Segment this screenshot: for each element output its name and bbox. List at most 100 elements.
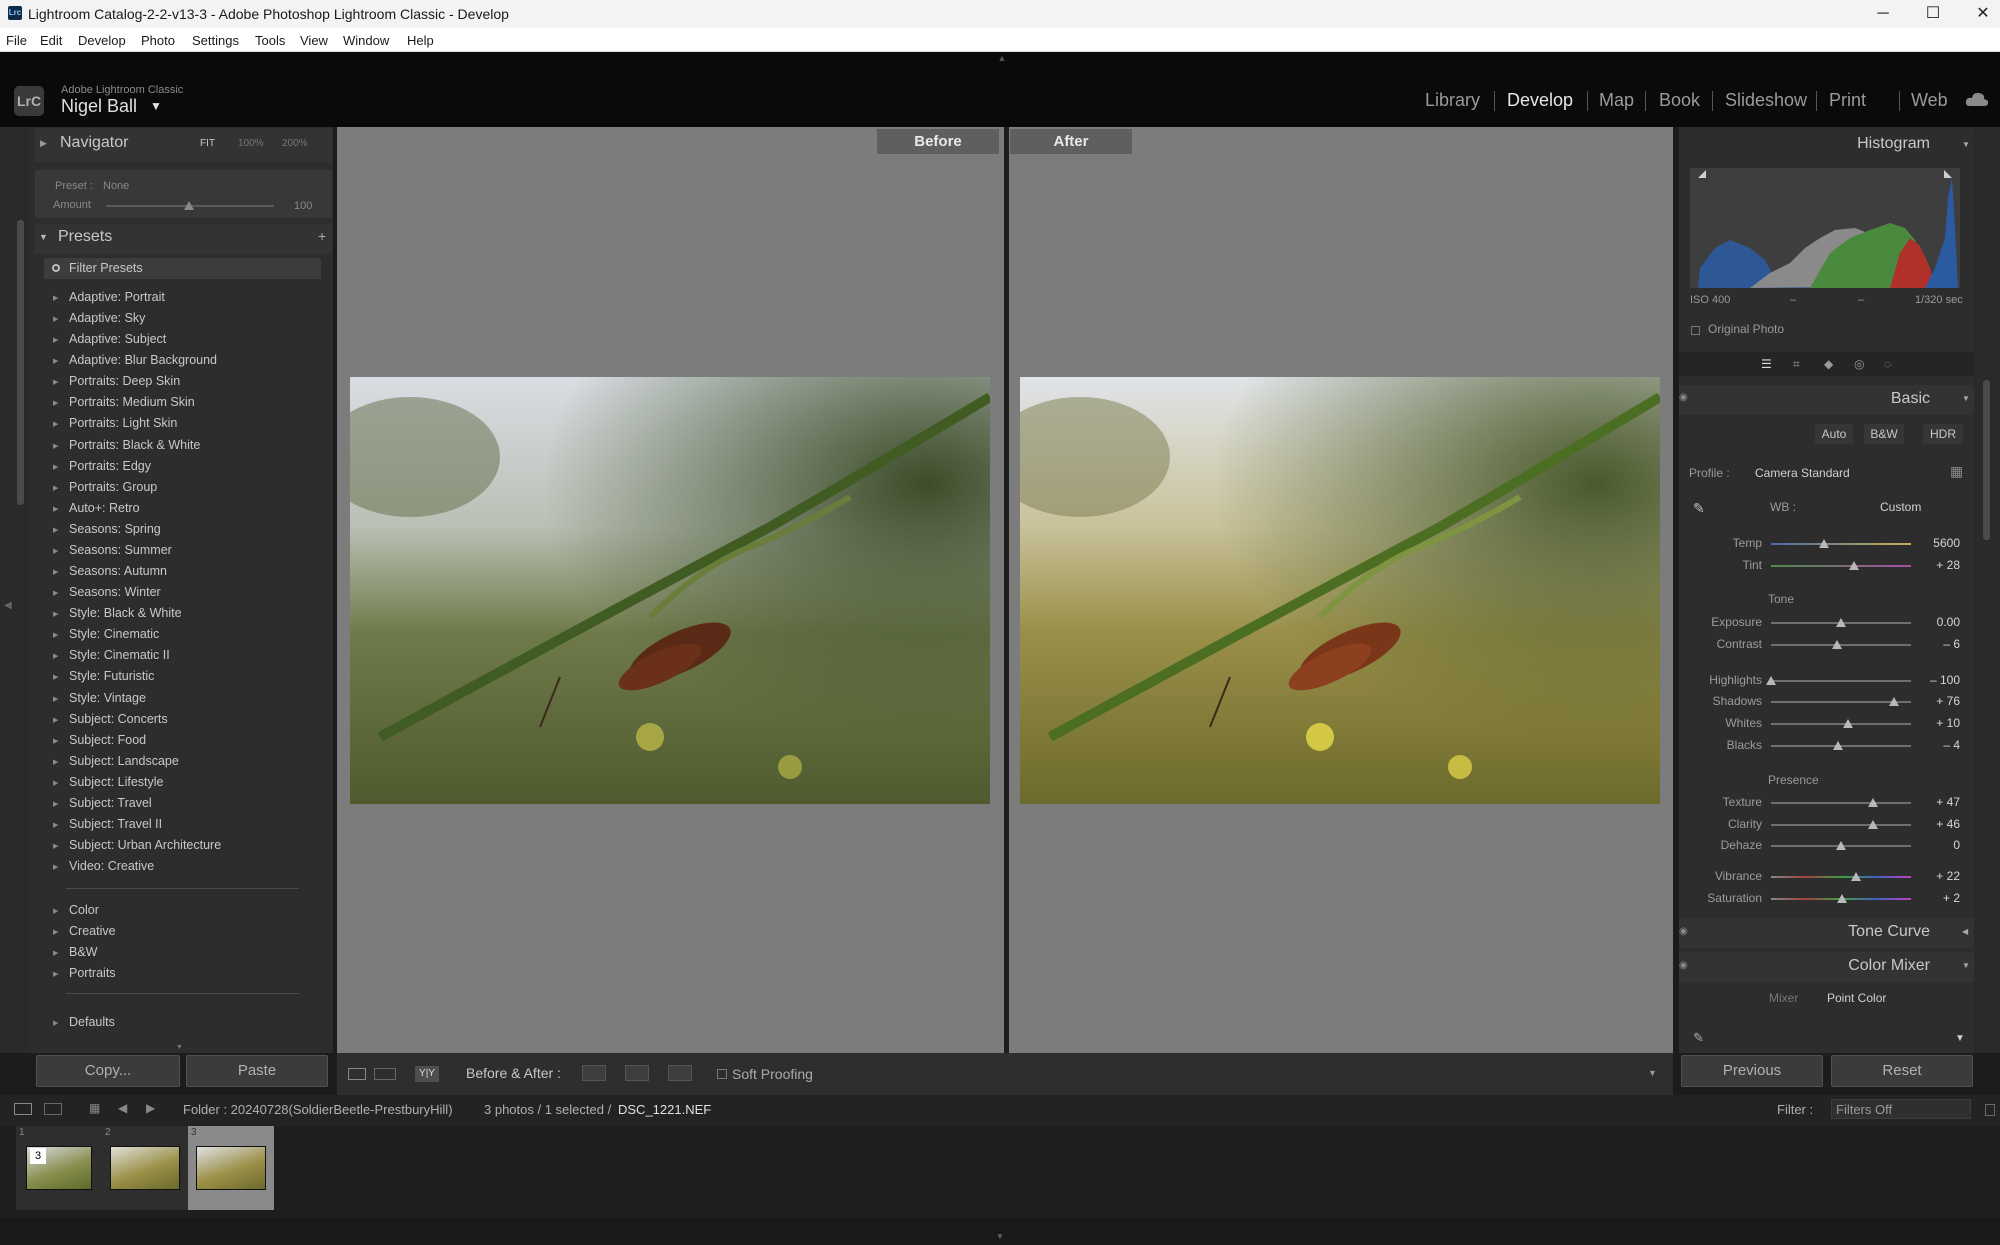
reset-button[interactable]: Reset (1831, 1055, 1973, 1087)
expand-icon[interactable]: ▶ (53, 399, 58, 407)
basic-collapse-icon[interactable]: ▼ (1962, 394, 1970, 403)
crop-icon[interactable]: ⌗ (1793, 357, 1800, 372)
expand-icon[interactable]: ▶ (53, 420, 58, 428)
mixer-tab[interactable]: Mixer (1769, 991, 1798, 1005)
expand-icon[interactable]: ▶ (53, 315, 58, 323)
preset-folder[interactable]: Portraits: Deep Skin (69, 374, 180, 388)
add-preset-button[interactable]: + (318, 228, 326, 244)
preset-folder[interactable]: Portraits: Light Skin (69, 416, 177, 430)
expand-icon[interactable]: ▶ (53, 526, 58, 534)
expand-icon[interactable]: ▶ (53, 737, 58, 745)
expand-icon[interactable]: ▶ (53, 821, 58, 829)
preset-folder[interactable]: Portraits: Medium Skin (69, 395, 195, 409)
before-photo[interactable] (350, 377, 990, 804)
preset-folder[interactable]: Seasons: Autumn (69, 564, 167, 578)
preset-folder[interactable]: Adaptive: Blur Background (69, 353, 217, 367)
filter-lock-icon[interactable] (1985, 1104, 1995, 1116)
expand-icon[interactable]: ▶ (53, 800, 58, 808)
expand-icon[interactable]: ▶ (53, 673, 58, 681)
module-map[interactable]: Map (1599, 90, 1634, 111)
slider-thumb[interactable] (1889, 697, 1899, 706)
slider-thumb[interactable] (1837, 894, 1847, 903)
preset-folder[interactable]: Style: Vintage (69, 691, 146, 705)
right-scrollbar[interactable] (1983, 380, 1990, 540)
expand-icon[interactable]: ▶ (53, 863, 58, 871)
forward-icon[interactable]: ▶ (146, 1101, 155, 1115)
file-name[interactable]: DSC_1221.NEF (618, 1102, 711, 1117)
menu-view[interactable]: View (300, 33, 328, 48)
visibility-eye-icon[interactable]: ◉ (1679, 960, 1688, 971)
menu-help[interactable]: Help (407, 33, 434, 48)
expand-icon[interactable]: ▶ (53, 970, 58, 978)
grid-view-icon[interactable]: ▦ (89, 1101, 100, 1115)
slider-track[interactable] (1771, 565, 1911, 567)
slider-value[interactable]: + 76 (1910, 694, 1960, 708)
slider-value[interactable]: + 22 (1910, 869, 1960, 883)
expand-icon[interactable]: ▶ (53, 378, 58, 386)
slider-thumb[interactable] (1851, 872, 1861, 881)
preset-folder[interactable]: Portraits: Black & White (69, 438, 200, 452)
expand-icon[interactable]: ▶ (53, 928, 58, 936)
before-after-view-icon[interactable]: Y|Y (415, 1066, 439, 1082)
histogram-title[interactable]: Histogram (1800, 135, 1930, 153)
preset-folder[interactable]: Seasons: Summer (69, 543, 172, 557)
slider-track[interactable] (1771, 802, 1911, 804)
preset-folder[interactable]: Portraits: Edgy (69, 459, 151, 473)
compare-view-icon[interactable] (374, 1068, 396, 1080)
slider-thumb[interactable] (1833, 741, 1843, 750)
previous-button[interactable]: Previous (1681, 1055, 1823, 1087)
user-name[interactable]: Nigel Ball (61, 96, 137, 117)
hdr-button[interactable]: HDR (1923, 424, 1963, 444)
slider-value[interactable]: 0.00 (1910, 615, 1960, 629)
slider-value[interactable]: – 4 (1910, 738, 1960, 752)
color-mixer-collapse-icon[interactable]: ▼ (1962, 961, 1970, 970)
slider-thumb[interactable] (1868, 798, 1878, 807)
slider-thumb[interactable] (1843, 719, 1853, 728)
toolbar-menu-icon[interactable]: ▼ (1648, 1068, 1657, 1078)
expand-icon[interactable]: ▶ (53, 442, 58, 450)
group-color[interactable]: Color (69, 903, 99, 917)
expand-icon[interactable]: ▶ (53, 294, 58, 302)
expand-icon[interactable]: ▶ (53, 779, 58, 787)
original-photo-checkbox[interactable] (1691, 326, 1700, 335)
menu-develop[interactable]: Develop (78, 33, 126, 48)
module-web[interactable]: Web (1911, 90, 1948, 111)
slider-thumb[interactable] (1849, 561, 1859, 570)
preset-folder[interactable]: Adaptive: Sky (69, 311, 145, 325)
preset-folder[interactable]: Seasons: Winter (69, 585, 161, 599)
module-print[interactable]: Print (1829, 90, 1866, 111)
slider-track[interactable] (1771, 723, 1911, 725)
copy-before-to-after-icon[interactable] (582, 1065, 606, 1081)
slider-track[interactable] (1771, 543, 1911, 545)
slider-value[interactable]: – 100 (1910, 673, 1960, 687)
group-portraits[interactable]: Portraits (69, 966, 116, 980)
expand-icon[interactable]: ▶ (53, 716, 58, 724)
collapse-icon[interactable]: ▼ (176, 1044, 183, 1051)
slider-value[interactable]: + 10 (1910, 716, 1960, 730)
preset-folder[interactable]: Adaptive: Portrait (69, 290, 165, 304)
masking-icon[interactable]: ◌ (1884, 357, 1891, 371)
profile-dropdown[interactable]: Camera Standard (1755, 466, 1850, 480)
slider-value[interactable]: + 46 (1910, 817, 1960, 831)
menu-window[interactable]: Window (343, 33, 389, 48)
menu-file[interactable]: File (6, 33, 27, 48)
amount-slider-thumb[interactable] (184, 201, 194, 210)
auto-button[interactable]: Auto (1815, 424, 1853, 444)
expand-icon[interactable]: ▶ (53, 463, 58, 471)
slider-value[interactable]: – 6 (1910, 637, 1960, 651)
module-library[interactable]: Library (1425, 90, 1480, 111)
preset-folder[interactable]: Style: Futuristic (69, 669, 154, 683)
healing-icon[interactable]: ◆ (1824, 357, 1833, 371)
menu-settings[interactable]: Settings (192, 33, 239, 48)
collapse-top-icon[interactable]: ▲ (996, 54, 1008, 63)
expand-icon[interactable]: ▶ (53, 907, 58, 915)
after-photo[interactable] (1020, 377, 1660, 804)
maximize-button[interactable]: ☐ (1910, 2, 1956, 26)
paste-button[interactable]: Paste (186, 1055, 328, 1087)
zoom-100[interactable]: 100% (238, 138, 264, 149)
slider-value[interactable]: + 47 (1910, 795, 1960, 809)
folder-path[interactable]: Folder : 20240728(SoldierBeetle-Prestbur… (183, 1102, 453, 1117)
wb-eyedropper-icon[interactable]: ✎ (1693, 500, 1705, 517)
expand-icon[interactable]: ▶ (53, 758, 58, 766)
profile-browser-icon[interactable]: ▦ (1950, 463, 1963, 480)
